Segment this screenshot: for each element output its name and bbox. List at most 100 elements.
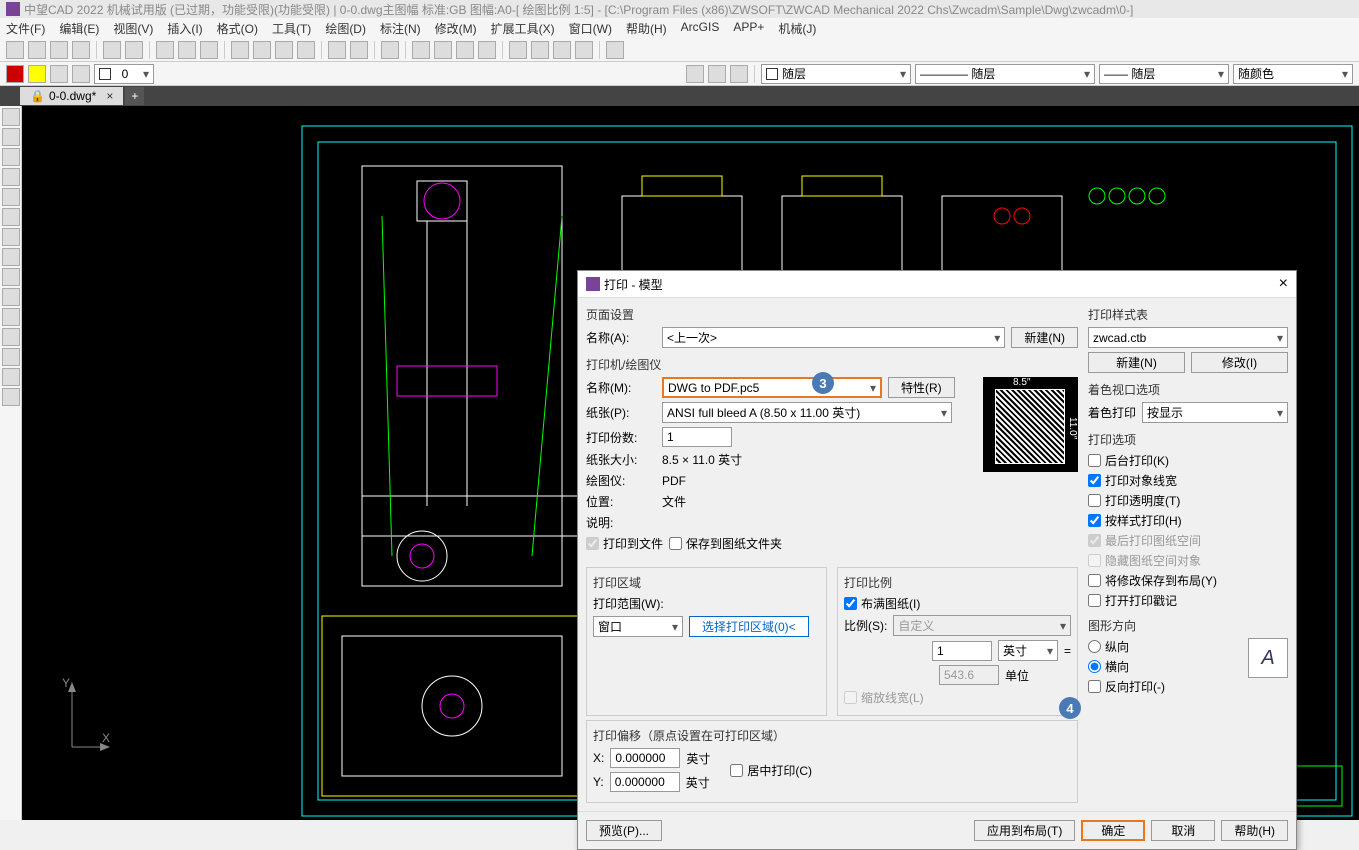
- layer-state-icon[interactable]: [708, 65, 726, 83]
- layer-iso-icon[interactable]: [730, 65, 748, 83]
- close-tab-icon[interactable]: ×: [106, 89, 113, 103]
- zoomprev-icon[interactable]: [478, 41, 496, 59]
- menu-draw[interactable]: 绘图(D): [325, 20, 366, 36]
- opt-save-check[interactable]: 将修改保存到布局(Y): [1088, 572, 1288, 589]
- ellipse-icon[interactable]: [2, 228, 20, 246]
- save-icon[interactable]: [50, 41, 68, 59]
- scale-num-input[interactable]: [932, 641, 992, 661]
- opt-lw-check[interactable]: 打印对象线宽: [1088, 472, 1288, 489]
- circle-icon[interactable]: [2, 148, 20, 166]
- apply-layout-button[interactable]: 应用到布局(T): [974, 820, 1075, 841]
- menu-modify[interactable]: 修改(M): [435, 20, 477, 36]
- redo-icon[interactable]: [350, 41, 368, 59]
- menu-insert[interactable]: 插入(I): [167, 20, 202, 36]
- opt-tr-check[interactable]: 打印透明度(T): [1088, 492, 1288, 509]
- pline-icon[interactable]: [2, 128, 20, 146]
- pagesetup-select[interactable]: <上一次>: [662, 327, 1005, 348]
- hatch-icon[interactable]: [2, 268, 20, 286]
- arc-icon[interactable]: [2, 168, 20, 186]
- text-icon[interactable]: [2, 288, 20, 306]
- portrait-radio[interactable]: 纵向: [1088, 638, 1248, 655]
- preview-button[interactable]: 预览(P)...: [586, 820, 662, 841]
- menu-window[interactable]: 窗口(W): [569, 20, 612, 36]
- opt-st-check[interactable]: 按样式打印(H): [1088, 512, 1288, 529]
- undo-icon[interactable]: [328, 41, 346, 59]
- layer0-select[interactable]: 0: [94, 64, 154, 84]
- plot-area-select[interactable]: 窗口: [593, 616, 683, 637]
- spline-icon[interactable]: [2, 248, 20, 266]
- printer-select[interactable]: DWG to PDF.pc5: [662, 377, 882, 398]
- menu-view[interactable]: 视图(V): [113, 20, 153, 36]
- point-icon[interactable]: [2, 348, 20, 366]
- new-icon[interactable]: [6, 41, 24, 59]
- upside-check[interactable]: 反向打印(-): [1088, 678, 1288, 695]
- paper-select[interactable]: ANSI full bleed A (8.50 x 11.00 英寸): [662, 402, 952, 423]
- layer-mgr-icon[interactable]: [686, 65, 704, 83]
- x-input[interactable]: [610, 748, 680, 768]
- landscape-radio[interactable]: 横向: [1088, 658, 1248, 675]
- center-check[interactable]: 居中打印(C): [730, 762, 812, 779]
- menu-mech[interactable]: 机械(J): [778, 20, 816, 36]
- menu-file[interactable]: 文件(F): [6, 20, 45, 36]
- calc-icon[interactable]: [531, 41, 549, 59]
- match-icon[interactable]: [297, 41, 315, 59]
- help-button[interactable]: 帮助(H): [1221, 820, 1288, 841]
- paste-icon[interactable]: [275, 41, 293, 59]
- rect-icon[interactable]: [2, 188, 20, 206]
- cancel-button[interactable]: 取消: [1151, 820, 1215, 841]
- save-folder-check[interactable]: 保存到图纸文件夹: [669, 535, 782, 552]
- copy-icon[interactable]: [253, 41, 271, 59]
- pick-window-button[interactable]: 选择打印区域(0)<: [689, 616, 809, 637]
- erase-icon[interactable]: [381, 41, 399, 59]
- shade-select[interactable]: 按显示: [1142, 402, 1288, 423]
- plotstyle-select[interactable]: zwcad.ctb: [1088, 327, 1288, 348]
- color-select[interactable]: 随层: [761, 64, 911, 84]
- menu-app[interactable]: APP+: [733, 20, 764, 36]
- close-icon[interactable]: ×: [1279, 275, 1288, 293]
- menu-ext[interactable]: 扩展工具(X): [491, 20, 555, 36]
- lineweight-select[interactable]: —— 随层: [1099, 64, 1229, 84]
- block-icon[interactable]: [2, 328, 20, 346]
- zoom-icon[interactable]: [434, 41, 452, 59]
- region-icon[interactable]: [2, 368, 20, 386]
- publish-icon[interactable]: [200, 41, 218, 59]
- scale-unit-select[interactable]: 英寸: [998, 640, 1058, 661]
- menu-dim[interactable]: 标注(N): [380, 20, 421, 36]
- plotcolor-select[interactable]: 随颜色: [1233, 64, 1353, 84]
- linetype-select[interactable]: ———— 随层: [915, 64, 1095, 84]
- tool-icon[interactable]: [553, 41, 571, 59]
- zoomwin-icon[interactable]: [456, 41, 474, 59]
- saveall-icon[interactable]: [72, 41, 90, 59]
- ok-button[interactable]: 确定: [1081, 820, 1145, 841]
- poly-icon[interactable]: [2, 208, 20, 226]
- menu-arcgis[interactable]: ArcGIS: [681, 20, 720, 36]
- y-input[interactable]: [610, 772, 680, 792]
- cut-icon[interactable]: [231, 41, 249, 59]
- freeze-icon[interactable]: [50, 65, 68, 83]
- layout2-icon[interactable]: [125, 41, 143, 59]
- fit-check[interactable]: 布满图纸(I): [844, 595, 1071, 612]
- cloud-icon[interactable]: [575, 41, 593, 59]
- line-icon[interactable]: [2, 108, 20, 126]
- bulb-icon[interactable]: [6, 65, 24, 83]
- dim-icon[interactable]: [2, 308, 20, 326]
- new-pagesetup-button[interactable]: 新建(N): [1011, 327, 1078, 348]
- layout-icon[interactable]: [103, 41, 121, 59]
- menu-help[interactable]: 帮助(H): [626, 20, 667, 36]
- style-modify-button[interactable]: 修改(I): [1191, 352, 1288, 373]
- menu-edit[interactable]: 编辑(E): [59, 20, 99, 36]
- prop-icon[interactable]: [509, 41, 527, 59]
- open-icon[interactable]: [28, 41, 46, 59]
- menu-format[interactable]: 格式(O): [217, 20, 258, 36]
- style-new-button[interactable]: 新建(N): [1088, 352, 1185, 373]
- opt-bg-check[interactable]: 后台打印(K): [1088, 452, 1288, 469]
- sun-icon[interactable]: [28, 65, 46, 83]
- lock-icon[interactable]: [72, 65, 90, 83]
- copies-input[interactable]: [662, 427, 732, 447]
- new-tab-button[interactable]: +: [125, 87, 144, 105]
- pan-icon[interactable]: [412, 41, 430, 59]
- print-icon[interactable]: [156, 41, 174, 59]
- opt-stamp-check[interactable]: 打开打印戳记: [1088, 592, 1288, 609]
- table-icon[interactable]: [2, 388, 20, 406]
- menu-tools[interactable]: 工具(T): [272, 20, 311, 36]
